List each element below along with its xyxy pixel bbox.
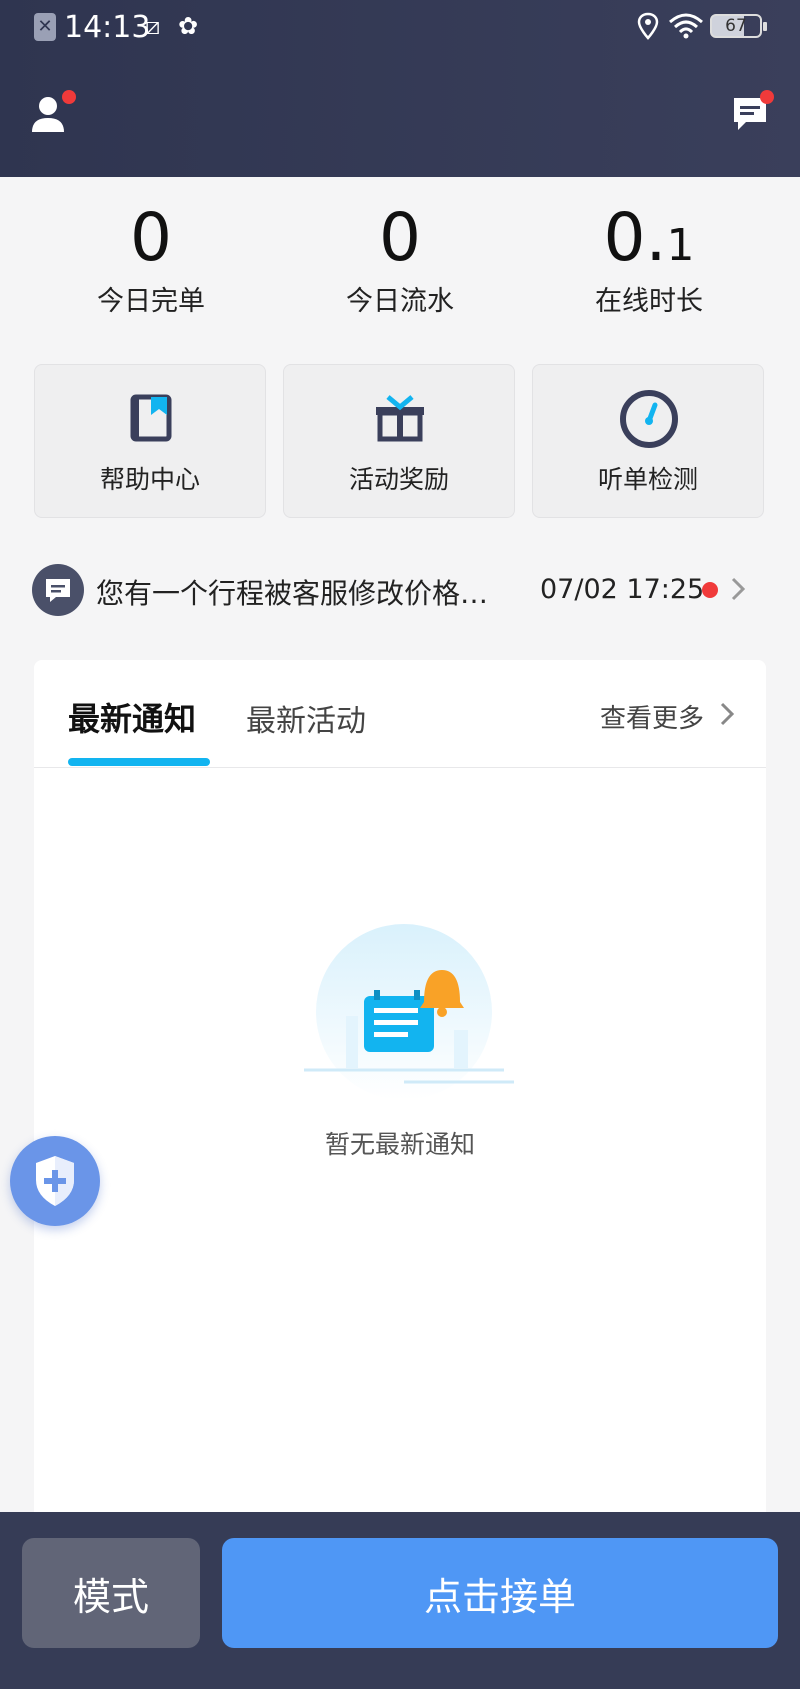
- unread-dot: [702, 582, 718, 598]
- sim-icon: ✕: [34, 13, 56, 41]
- stat-value-main: 0.: [603, 199, 667, 276]
- top-header: ✕ 14:13 ⧄ ✿ 67: [0, 0, 800, 177]
- tile-help-center[interactable]: 帮助中心: [34, 364, 266, 518]
- stat-online-duration[interactable]: 0.1 在线时长: [524, 205, 774, 318]
- tile-label: 帮助中心: [99, 465, 200, 494]
- profile-badge-dot: [62, 90, 76, 104]
- stat-value: 0: [130, 199, 172, 276]
- tab-latest-activities[interactable]: 最新活动: [246, 696, 366, 740]
- gift-icon: [376, 395, 424, 442]
- view-more-link[interactable]: 查看更多: [600, 698, 704, 735]
- notifications-card: 最新通知 最新活动 查看更多 暂无最新通知: [34, 660, 766, 1520]
- tab-latest-notifications[interactable]: 最新通知: [68, 694, 196, 740]
- status-time: 14:13: [64, 10, 151, 45]
- chat-bubble-icon: [32, 564, 84, 616]
- battery-indicator: 67: [710, 14, 767, 38]
- tile-order-listening-check[interactable]: 听单检测: [532, 364, 764, 518]
- system-notice-row[interactable]: 您有一个行程被客服修改价格… 07/02 17:25: [32, 560, 762, 620]
- notice-text: 您有一个行程被客服修改价格…: [96, 577, 489, 610]
- active-tab-indicator: [68, 758, 210, 766]
- stat-label: 在线时长: [595, 286, 703, 317]
- empty-notification-illustration: [304, 924, 514, 1100]
- book-icon: [130, 394, 172, 442]
- chevron-right-icon: [731, 577, 746, 601]
- card-tabs: 最新通知 最新活动 查看更多: [34, 660, 766, 768]
- stat-value: 0: [379, 199, 421, 276]
- bottom-action-bar: 模式 点击接单: [0, 1512, 800, 1689]
- chevron-right-icon[interactable]: [718, 700, 736, 728]
- stat-daily-revenue[interactable]: 0 今日流水: [275, 205, 525, 318]
- shortcut-tiles: 帮助中心 活动奖励 听单检测: [34, 364, 768, 518]
- shield-plus-icon: [36, 1156, 74, 1206]
- tile-label: 活动奖励: [348, 465, 449, 494]
- stat-value-small: 1: [666, 220, 695, 271]
- stats-row: 0 今日完单 0 今日流水 0.1 在线时长: [0, 205, 800, 335]
- stat-label: 今日流水: [346, 286, 454, 317]
- messages-badge-dot: [760, 90, 774, 104]
- notice-time: 07/02 17:25: [540, 574, 705, 605]
- tile-label: 听单检测: [597, 465, 698, 494]
- status-bar: ✕ 14:13 ⧄ ✿ 67: [0, 0, 800, 56]
- accept-orders-button[interactable]: 点击接单: [222, 1538, 778, 1648]
- wifi-icon: [669, 13, 703, 39]
- empty-state-text: 暂无最新通知: [324, 1130, 475, 1159]
- profile-button[interactable]: [30, 90, 76, 136]
- messages-button[interactable]: [730, 90, 774, 134]
- gauge-icon: [620, 390, 678, 448]
- wechat-icon: ✿: [178, 12, 199, 40]
- stat-value: 0.1: [524, 205, 774, 271]
- mode-button[interactable]: 模式: [22, 1538, 200, 1648]
- tile-activity-rewards[interactable]: 活动奖励: [283, 364, 515, 518]
- stat-label: 今日完单: [97, 286, 205, 317]
- location-icon: [637, 12, 659, 40]
- app-notification-icon: ⧄: [145, 12, 161, 40]
- stat-completed-orders[interactable]: 0 今日完单: [26, 205, 276, 318]
- safety-center-button[interactable]: [10, 1136, 100, 1226]
